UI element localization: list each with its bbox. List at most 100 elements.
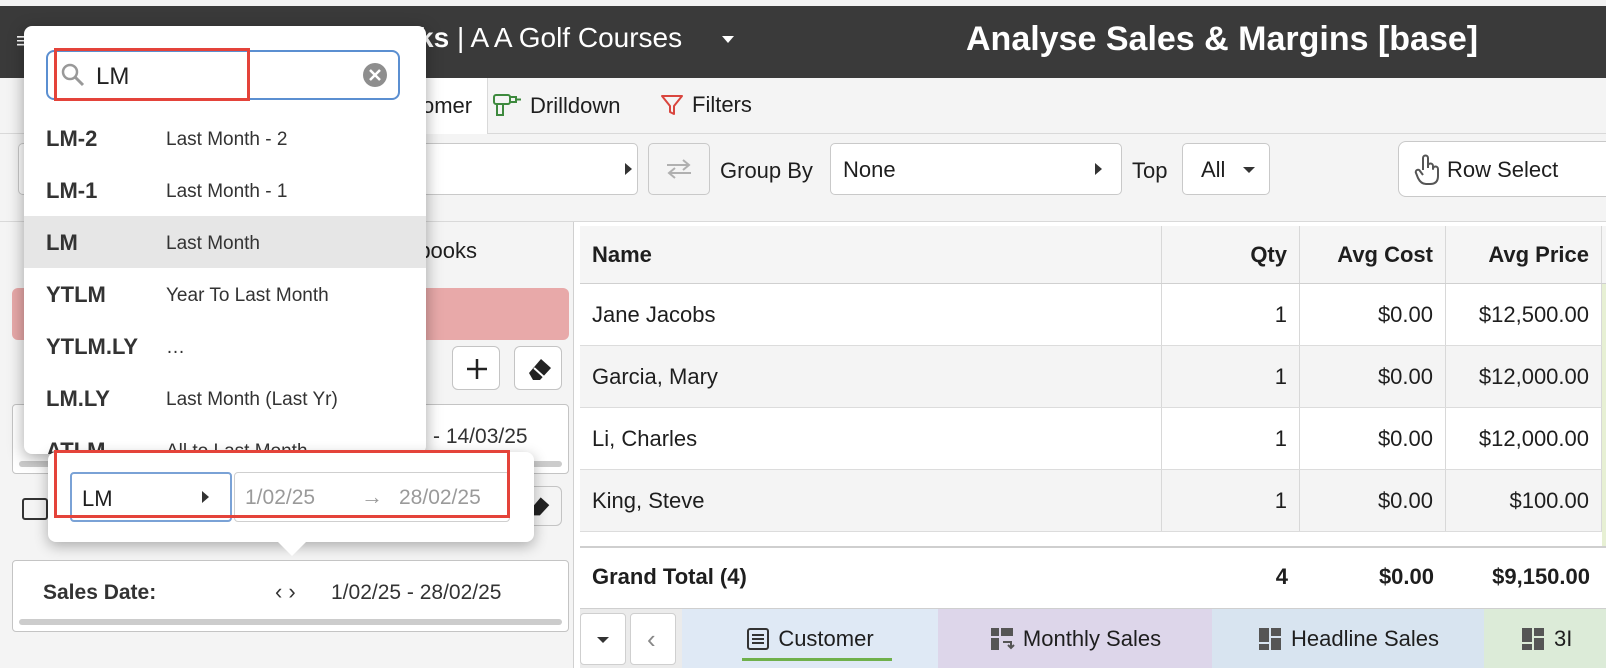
drilldown-button[interactable]: Drilldown [492,92,620,119]
option-description: … [166,337,185,358]
group-by-select[interactable]: None [830,143,1122,195]
bottom-tabs: ‹ Customer Monthly Sales Headline Sales [580,608,1606,668]
sales-date-scrollbar[interactable] [19,619,562,625]
option-code: LM.LY [46,386,110,411]
list-item[interactable]: LM.LY Last Month (Last Yr) [24,372,426,424]
grand-total-avg-price: $9,150.00 [1492,564,1590,589]
cell-name: Li, Charles [580,408,1162,469]
cell-avg-cost: $0.00 [1300,284,1446,345]
column-header-avg-cost[interactable]: Avg Cost [1300,226,1446,283]
sales-date-range: 1/02/25 - 28/02/25 [331,581,502,604]
top-strip [0,0,1606,6]
drill-icon [493,94,521,116]
active-tab-underline [742,658,892,661]
tab-customer-bottom-label: Customer [778,626,874,651]
chevron-down-icon [597,637,609,643]
chevron-down-icon [1243,167,1255,173]
period-options-list: LM-2 Last Month - 2 LM-1 Last Month - 1 … [24,112,426,454]
cell-qty: 1 [1162,408,1300,469]
list-item-selected[interactable]: LM Last Month [24,216,426,268]
cell-avg-price: $100.00 [1446,470,1602,531]
column-edge [1602,284,1606,546]
breadcrumb[interactable]: ks | A A Golf Courses [418,22,682,54]
table-row[interactable]: Li, Charles 1 $0.00 $12,000.00 [580,408,1606,470]
cell-qty: 1 [1162,346,1300,407]
swap-button[interactable] [648,143,710,195]
list-item[interactable]: YTLM Year To Last Month [24,268,426,320]
cell-name: Jane Jacobs [580,284,1162,345]
pointer-hand-icon [1414,154,1439,185]
cell-avg-price: $12,000.00 [1446,346,1602,407]
grand-total-label: Grand Total (4) [592,564,747,589]
page-title: Analyse Sales & Margins [base] [966,20,1479,58]
sales-date-box[interactable]: Sales Date: ‹› 1/02/25 - 28/02/25 [12,560,569,632]
filters-button[interactable]: Filters [660,92,752,118]
cell-avg-cost: $0.00 [1300,470,1446,531]
swap-arrows-icon [667,159,691,179]
tab-3i[interactable]: 3I [1484,609,1606,668]
tab-headline-sales[interactable]: Headline Sales [1212,609,1484,668]
data-grid: Name Qty Avg Cost Avg Price Jane Jacobs … [580,226,1606,606]
cell-qty: 1 [1162,470,1300,531]
option-code: YTLM [46,282,106,307]
list-icon [747,628,770,650]
chevron-right-icon [1095,163,1102,175]
table-row[interactable]: Jane Jacobs 1 $0.00 $12,500.00 [580,284,1606,346]
cell-avg-price: $12,500.00 [1446,284,1602,345]
top-value: All [1201,157,1226,182]
pivot-icon [990,628,1015,650]
tab-customer-bottom[interactable]: Customer [682,609,938,668]
cell-avg-price: $12,000.00 [1446,408,1602,469]
tab-monthly-sales-label: Monthly Sales [1022,626,1162,651]
option-code: LM-2 [46,126,98,151]
date-range-highlight-box [54,450,510,518]
option-description: Last Month - 2 [166,129,288,150]
clear-circle-x-icon[interactable] [362,62,388,88]
option-code: YTLM.LY [46,334,139,359]
option-description: Last Month - 1 [166,181,288,202]
add-button[interactable] [452,346,500,390]
top-select[interactable]: All [1182,143,1270,195]
cell-avg-cost: $0.00 [1300,408,1446,469]
top-label: Top [1132,158,1168,183]
list-item[interactable]: YTLM.LY … [24,320,426,372]
column-header-name[interactable]: Name [580,226,1162,283]
filters-label: Filters [692,92,752,117]
column-header-avg-price[interactable]: Avg Price [1446,226,1602,283]
group-by-label: Group By [720,158,813,183]
plus-icon [467,359,487,379]
option-description: Last Month (Last Yr) [166,389,338,410]
sales-date-label: Sales Date: [43,581,157,604]
option-description: Last Month [166,233,260,254]
tabs-menu-button[interactable] [580,613,626,665]
grid-header: Name Qty Avg Cost Avg Price [580,226,1606,284]
table-row[interactable]: King, Steve 1 $0.00 $100.00 [580,470,1606,532]
tab-3i-label: 3I [1554,626,1573,651]
grand-total-qty: 4 [1275,564,1288,589]
tab-headline-sales-label: Headline Sales [1291,626,1439,651]
cell-qty: 1 [1162,284,1300,345]
search-highlight-box [54,48,250,101]
grand-total-row: Grand Total (4) 4 $0.00 $9,150.00 [580,546,1606,606]
group-by-value: None [843,157,896,182]
drilldown-label: Drilldown [530,93,621,118]
option-code: LM-1 [46,178,98,203]
row-select-label: Row Select [1447,157,1559,182]
row-select-button[interactable]: Row Select [1398,141,1606,197]
filter-date-partial: - 14/03/25 [433,425,528,448]
date-prev-next-icon[interactable]: ‹› [275,579,302,605]
column-header-qty[interactable]: Qty [1162,226,1300,283]
folder-icon[interactable] [22,498,48,520]
breadcrumb-separator: | [456,22,465,53]
tab-monthly-sales[interactable]: Monthly Sales [938,609,1212,668]
chevron-right-icon [625,163,632,175]
tabs-scroll-left-button[interactable]: ‹ [630,613,676,665]
list-item[interactable]: LM-2 Last Month - 2 [24,112,426,164]
dashboard-icon [1522,628,1544,650]
company-name: A A Golf Courses [470,22,683,53]
chevron-left-icon: ‹ [647,624,656,654]
eraser-button[interactable] [514,346,562,390]
company-dropdown-caret-icon[interactable] [722,36,734,43]
list-item[interactable]: LM-1 Last Month - 1 [24,164,426,216]
table-row[interactable]: Garcia, Mary 1 $0.00 $12,000.00 [580,346,1606,408]
